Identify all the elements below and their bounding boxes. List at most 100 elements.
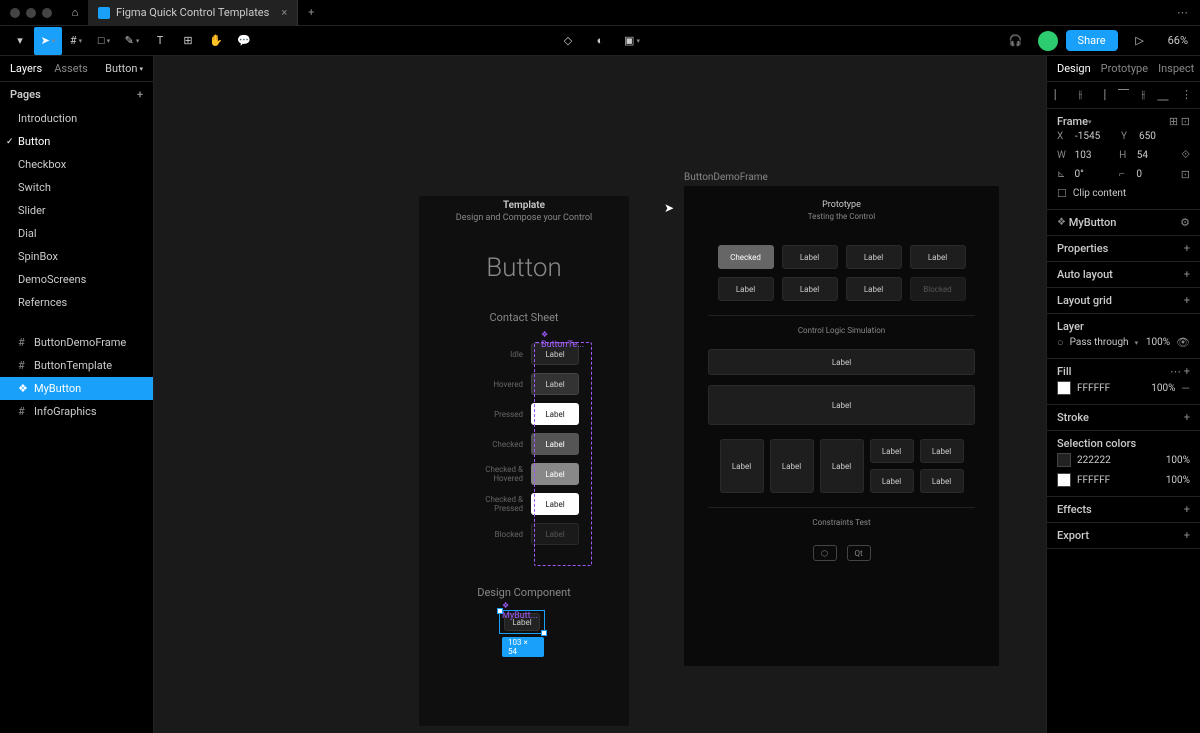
link-icon[interactable]: ⟐ xyxy=(1181,148,1190,162)
demo-button[interactable]: Label xyxy=(770,439,814,493)
page-selector[interactable]: Button ▾ xyxy=(105,62,143,75)
menu-dots-icon[interactable]: ⋯ xyxy=(1177,6,1200,19)
align-left-icon[interactable]: ⎸ xyxy=(1055,88,1066,102)
color-swatch[interactable] xyxy=(1057,453,1071,467)
page-item[interactable]: Dial xyxy=(0,222,153,245)
page-item[interactable]: Button xyxy=(0,130,153,153)
add-button[interactable]: + xyxy=(1184,268,1190,281)
add-button[interactable]: + xyxy=(1184,294,1190,307)
eye-icon[interactable]: 👁 xyxy=(1176,336,1190,349)
template-frame[interactable]: Template Design and Compose your Control… xyxy=(419,196,629,726)
canvas[interactable]: ➤ Template Design and Compose your Contr… xyxy=(154,56,1046,733)
demo-button[interactable]: Label xyxy=(782,277,838,301)
demo-button[interactable]: Label xyxy=(820,439,864,493)
mask-icon[interactable]: ◐ xyxy=(586,27,614,55)
demo-button[interactable]: Label xyxy=(782,245,838,269)
frame-header: Frame xyxy=(1057,115,1088,128)
demo-button[interactable]: Label xyxy=(708,349,975,375)
demo-button[interactable]: Label xyxy=(720,439,764,493)
fill-swatch[interactable] xyxy=(1057,381,1071,395)
move-tool[interactable]: ➤▾ xyxy=(34,27,62,55)
assets-tab[interactable]: Assets xyxy=(54,62,88,75)
align-middle-icon[interactable]: ⫲ xyxy=(1141,88,1145,102)
align-top-icon[interactable]: ⎺ xyxy=(1118,88,1129,102)
page-item[interactable]: Slider xyxy=(0,199,153,222)
resources-tool[interactable]: ⊞ xyxy=(174,27,202,55)
design-component-label: Design Component xyxy=(419,586,629,599)
radius-input[interactable]: 0 xyxy=(1136,169,1174,180)
align-center-icon[interactable]: ⫲ xyxy=(1078,88,1082,102)
opacity-input[interactable]: 100% xyxy=(1146,337,1170,348)
demo-button[interactable]: Label xyxy=(718,277,774,301)
layers-tab[interactable]: Layers xyxy=(10,62,42,75)
page-item[interactable]: SpinBox xyxy=(0,245,153,268)
present-button[interactable]: ▷ xyxy=(1126,27,1154,55)
demo-button[interactable]: Label xyxy=(920,469,964,493)
demo-button[interactable]: Label xyxy=(846,245,902,269)
align-bottom-icon[interactable]: ⎽ xyxy=(1158,88,1169,102)
window-controls[interactable] xyxy=(0,8,62,18)
comment-tool[interactable]: 💬 xyxy=(230,27,258,55)
add-button[interactable]: + xyxy=(1184,242,1190,255)
hide-icon[interactable]: — xyxy=(1181,382,1190,395)
fill-hex[interactable]: FFFFFF xyxy=(1077,383,1110,394)
corners-icon[interactable]: ⊡ xyxy=(1181,168,1190,181)
blend-mode[interactable]: Pass through xyxy=(1070,337,1129,348)
headphones-icon[interactable]: 🎧 xyxy=(1002,27,1030,55)
frame-tool[interactable]: #▾ xyxy=(62,27,90,55)
layer-item[interactable]: #ButtonTemplate xyxy=(0,354,153,377)
clip-content-checkbox[interactable]: Clip content xyxy=(1073,188,1126,199)
w-input[interactable]: 103 xyxy=(1075,150,1114,161)
distribute-icon[interactable]: ⋮ xyxy=(1181,88,1192,102)
layer-item[interactable]: ❖MyButton xyxy=(0,377,153,400)
add-button[interactable]: + xyxy=(1184,503,1190,516)
rotation-input[interactable]: 0° xyxy=(1075,169,1113,180)
demo-button[interactable]: Blocked xyxy=(910,277,966,301)
demo-button[interactable]: Checked xyxy=(718,245,774,269)
align-right-icon[interactable]: ⎹ xyxy=(1095,88,1106,102)
y-input[interactable]: 650 xyxy=(1139,131,1179,142)
zoom-level[interactable]: 66% xyxy=(1162,34,1194,47)
demo-button[interactable]: Label xyxy=(920,439,964,463)
settings-icon[interactable]: ⚙ xyxy=(1180,216,1190,229)
h-input[interactable]: 54 xyxy=(1137,150,1176,161)
resize-icon[interactable]: ⊞ ⊡ xyxy=(1169,115,1190,128)
page-item[interactable]: DemoScreens xyxy=(0,268,153,291)
share-button[interactable]: Share xyxy=(1066,30,1118,51)
demo-button[interactable]: Label xyxy=(708,385,975,425)
file-tab[interactable]: Figma Quick Control Templates × xyxy=(88,0,298,26)
text-tool[interactable]: T xyxy=(146,27,174,55)
color-swatch[interactable] xyxy=(1057,473,1071,487)
avatar[interactable] xyxy=(1038,31,1058,51)
pen-tool[interactable]: ✎▾ xyxy=(118,27,146,55)
add-button[interactable]: + xyxy=(1184,411,1190,424)
add-page-button[interactable]: + xyxy=(137,88,143,101)
layer-item[interactable]: #ButtonDemoFrame xyxy=(0,331,153,354)
page-item[interactable]: Refernces xyxy=(0,291,153,314)
component-icon[interactable]: ◇ xyxy=(554,27,582,55)
main-menu-button[interactable]: ▾ xyxy=(6,27,34,55)
add-tab-button[interactable]: + xyxy=(298,6,324,19)
home-button[interactable]: ⌂ xyxy=(62,0,88,26)
demo-button[interactable]: Label xyxy=(846,277,902,301)
prototype-tab[interactable]: Prototype xyxy=(1101,62,1148,75)
page-item[interactable]: Switch xyxy=(0,176,153,199)
frame-icon: # xyxy=(18,359,28,372)
demo-button[interactable]: Label xyxy=(910,245,966,269)
demo-button[interactable]: Label xyxy=(870,469,914,493)
page-item[interactable]: Checkbox xyxy=(0,153,153,176)
demo-button[interactable]: Label xyxy=(870,439,914,463)
page-item[interactable]: Introduction xyxy=(0,107,153,130)
hand-tool[interactable]: ✋ xyxy=(202,27,230,55)
boolean-icon[interactable]: ▣▾ xyxy=(618,27,646,55)
inspect-tab[interactable]: Inspect xyxy=(1158,62,1194,75)
layer-item[interactable]: #InfoGraphics xyxy=(0,400,153,423)
add-button[interactable]: + xyxy=(1184,529,1190,542)
x-input[interactable]: -1545 xyxy=(1075,131,1115,142)
design-tab[interactable]: Design xyxy=(1057,62,1091,75)
demo-frame[interactable]: ButtonDemoFrame Prototype Testing the Co… xyxy=(684,186,999,666)
close-tab-icon[interactable]: × xyxy=(275,6,287,19)
shape-tool[interactable]: □▾ xyxy=(90,27,118,55)
styles-icon[interactable]: ⋯ + xyxy=(1170,365,1190,378)
template-title: Template xyxy=(419,200,629,211)
